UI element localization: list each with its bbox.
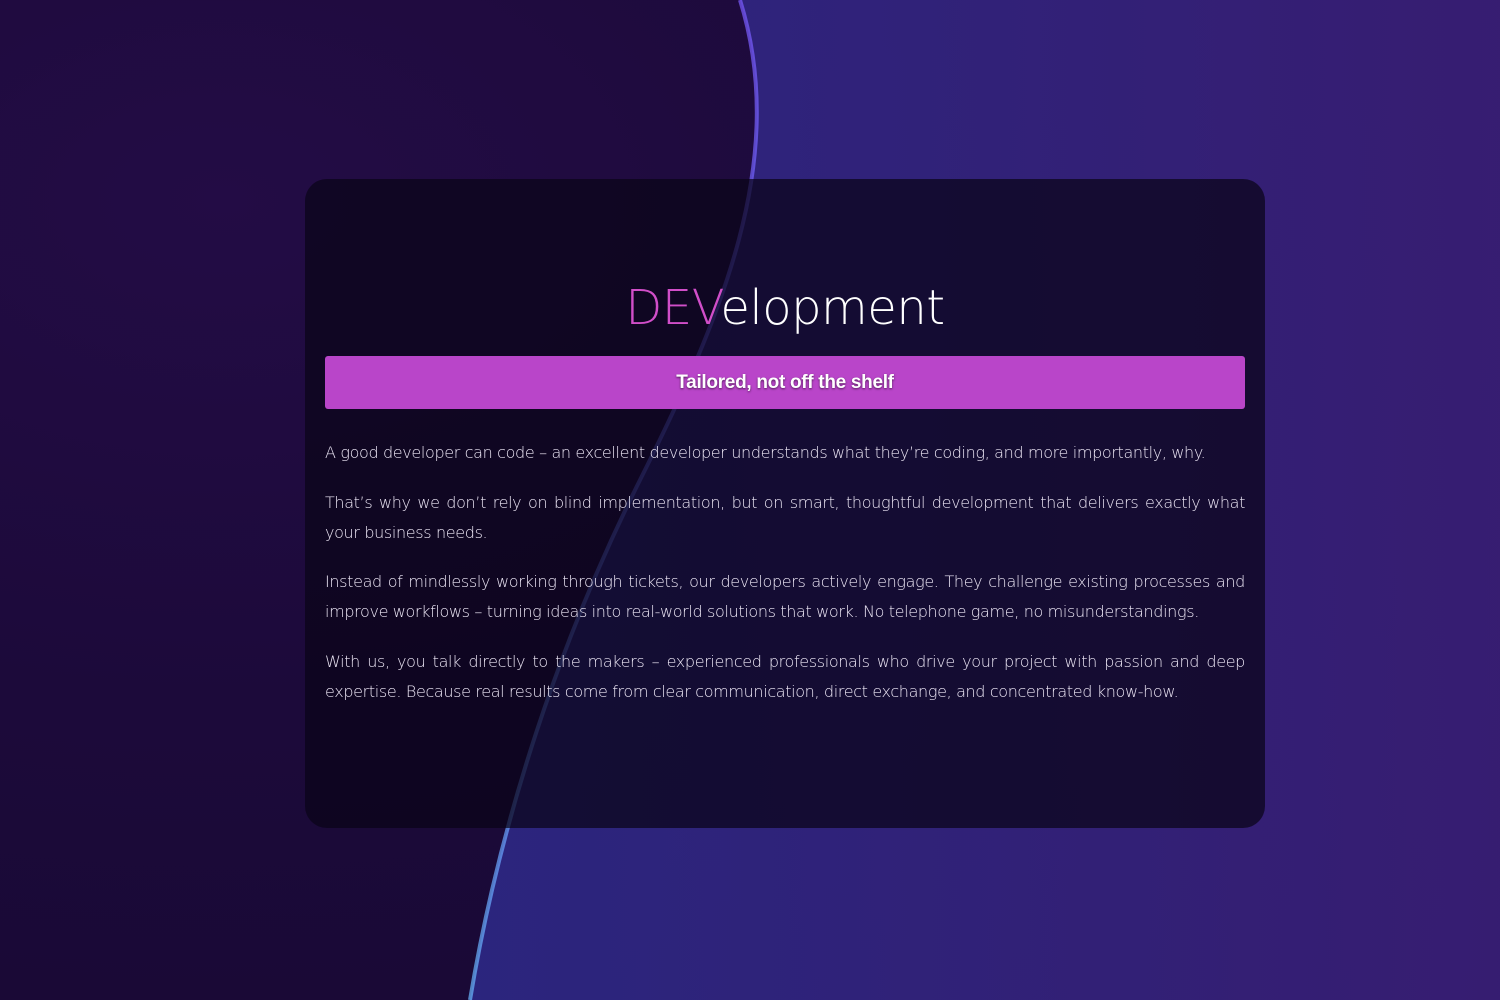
paragraph-3: Instead of mindlessly working through ti… bbox=[325, 572, 1245, 621]
paragraph-1: A good developer can code – an excellent… bbox=[325, 443, 1206, 462]
tagline-banner: Tailored, not off the shelf bbox=[325, 356, 1245, 409]
page-title: DEVelopment bbox=[0, 278, 1500, 338]
title-rest: elopment bbox=[720, 280, 945, 336]
paragraph-4: With us, you talk directly to the makers… bbox=[325, 652, 1245, 701]
title-accent: DEV bbox=[625, 280, 721, 336]
paragraph-2: That’s why we don’t rely on blind implem… bbox=[325, 493, 1245, 542]
tagline-label: Tailored, not off the shelf bbox=[676, 371, 894, 393]
